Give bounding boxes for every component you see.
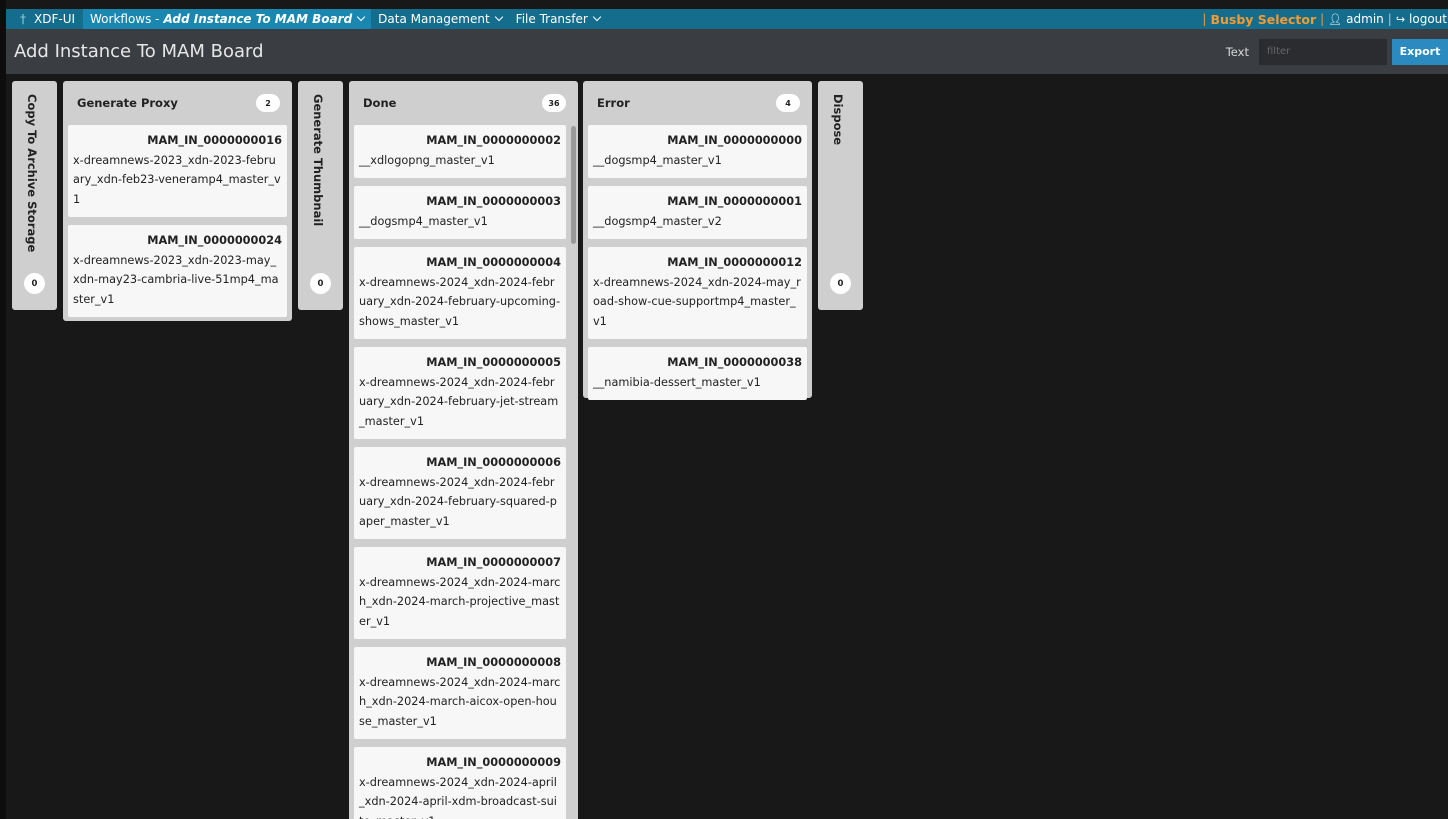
data-management-label: Data Management	[378, 12, 490, 26]
top-navbar: † XDF-UI Workflows - Add Instance To MAM…	[6, 9, 1448, 29]
card[interactable]: MAM_IN_0000000000 __dogsmp4_master_v1	[588, 125, 807, 178]
logout-icon: ↪	[1395, 12, 1406, 26]
card[interactable]: MAM_IN_0000000002 __xdlogopng_master_v1	[354, 125, 566, 178]
card-id: MAM_IN_0000000009	[426, 756, 561, 769]
card[interactable]: MAM_IN_0000000004 x-dreamnews-2024_xdn-2…	[354, 247, 566, 339]
card-id: MAM_IN_0000000016	[147, 134, 282, 147]
card[interactable]: MAM_IN_0000000008 x-dreamnews-2024_xdn-2…	[354, 647, 566, 739]
card-id: MAM_IN_0000000038	[667, 356, 802, 369]
card-name: __namibia-dessert_master_v1	[593, 375, 761, 389]
data-management-menu[interactable]: Data Management	[371, 9, 509, 29]
card-name: x-dreamnews-2023_xdn-2023-may_xdn-may23-…	[73, 253, 279, 306]
card-id: MAM_IN_0000000004	[426, 256, 561, 269]
filter-label: Text	[1225, 44, 1249, 59]
card[interactable]: MAM_IN_0000000006 x-dreamnews-2024_xdn-2…	[354, 447, 566, 539]
card-name: __dogsmp4_master_v1	[359, 214, 488, 228]
card-name: __xdlogopng_master_v1	[359, 153, 495, 167]
page-header: Add Instance To MAM Board Text Export	[6, 29, 1448, 74]
column-count-badge: 0	[24, 273, 45, 294]
column-copy-to-archive[interactable]: Copy To Archive Storage 0	[12, 81, 57, 310]
chevron-down-icon	[592, 12, 602, 22]
column-generate-proxy: Generate Proxy 2 MAM_IN_0000000016 x-dre…	[63, 81, 292, 321]
column-title: Generate Thumbnail	[311, 94, 325, 227]
card-list: MAM_IN_0000000002 __xdlogopng_master_v1 …	[354, 125, 566, 819]
card[interactable]: MAM_IN_0000000007 x-dreamnews-2024_xdn-2…	[354, 547, 566, 639]
card-id: MAM_IN_0000000005	[426, 356, 561, 369]
filter-input[interactable]	[1259, 38, 1387, 65]
card-id: MAM_IN_0000000002	[426, 134, 561, 147]
divider: |	[1202, 12, 1207, 26]
pin-icon: †	[20, 12, 26, 26]
column-count-badge: 36	[542, 94, 566, 112]
card[interactable]: MAM_IN_0000000016 x-dreamnews-2023_xdn-2…	[68, 125, 287, 217]
card-id: MAM_IN_0000000000	[667, 134, 802, 147]
column-header[interactable]: Generate Proxy 2	[63, 81, 292, 125]
card[interactable]: MAM_IN_0000000024 x-dreamnews-2023_xdn-2…	[68, 225, 287, 317]
card-name: x-dreamnews-2024_xdn-2024-february_xdn-2…	[359, 375, 559, 428]
nav-right: | Busby Selector | 👤︎ admin | ↪ logout	[1198, 9, 1448, 29]
column-title: Generate Proxy	[77, 96, 178, 110]
card-name: __dogsmp4_master_v2	[593, 214, 722, 228]
column-header[interactable]: Error 4	[583, 81, 812, 125]
card-name: x-dreamnews-2024_xdn-2024-march_xdn-2024…	[359, 575, 561, 628]
card-name: x-dreamnews-2024_xdn-2024-march_xdn-2024…	[359, 675, 561, 728]
card[interactable]: MAM_IN_0000000001 __dogsmp4_master_v2	[588, 186, 807, 239]
card-name: x-dreamnews-2023_xdn-2023-february_xdn-f…	[73, 153, 281, 206]
card[interactable]: MAM_IN_0000000003 __dogsmp4_master_v1	[354, 186, 566, 239]
card-name: __dogsmp4_master_v1	[593, 153, 722, 167]
column-count-badge: 4	[776, 94, 800, 112]
file-transfer-label: File Transfer	[515, 12, 588, 26]
window-edge	[0, 0, 6, 819]
card-id: MAM_IN_0000000008	[426, 656, 561, 669]
column-title: Error	[597, 96, 630, 110]
selector-link[interactable]: Busby Selector	[1210, 12, 1316, 27]
card-id: MAM_IN_0000000006	[426, 456, 561, 469]
column-title: Done	[363, 96, 397, 110]
column-dispose[interactable]: Dispose 0	[818, 81, 863, 310]
card-list: MAM_IN_0000000016 x-dreamnews-2023_xdn-2…	[68, 125, 287, 325]
brand-link[interactable]: † XDF-UI	[6, 9, 83, 29]
column-error: Error 4 MAM_IN_0000000000 __dogsmp4_mast…	[583, 81, 812, 400]
column-done: Done 36 MAM_IN_0000000002 __xdlogopng_ma…	[349, 81, 578, 819]
column-generate-thumbnail[interactable]: Generate Thumbnail 0	[298, 81, 343, 310]
card-id: MAM_IN_0000000007	[426, 556, 561, 569]
user-icon: 👤︎	[1328, 12, 1343, 26]
chevron-down-icon	[494, 12, 503, 22]
card-id: MAM_IN_0000000001	[667, 195, 802, 208]
card[interactable]: MAM_IN_0000000038 __namibia-dessert_mast…	[588, 347, 807, 400]
card[interactable]: MAM_IN_0000000005 x-dreamnews-2024_xdn-2…	[354, 347, 566, 439]
export-button[interactable]: Export	[1392, 38, 1448, 65]
workflows-menu[interactable]: Workflows - Add Instance To MAM Board	[83, 9, 372, 29]
card[interactable]: MAM_IN_0000000012 x-dreamnews-2024_xdn-2…	[588, 247, 807, 339]
card-name: x-dreamnews-2024_xdn-2024-may_road-show-…	[593, 275, 801, 328]
workflows-prefix: Workflows -	[90, 12, 160, 26]
column-count-badge: 0	[310, 273, 331, 294]
user-link[interactable]: admin	[1346, 12, 1384, 26]
card-name: x-dreamnews-2024_xdn-2024-april_xdn-2024…	[359, 775, 557, 819]
column-count-badge: 2	[256, 94, 280, 112]
brand-label: XDF-UI	[34, 12, 76, 26]
chevron-down-icon	[356, 12, 366, 22]
card[interactable]: MAM_IN_0000000009 x-dreamnews-2024_xdn-2…	[354, 747, 566, 819]
app-window: † XDF-UI Workflows - Add Instance To MAM…	[0, 0, 1448, 819]
card-id: MAM_IN_0000000012	[667, 256, 802, 269]
column-count-badge: 0	[830, 273, 851, 294]
file-transfer-menu[interactable]: File Transfer	[509, 9, 607, 29]
logout-link[interactable]: logout	[1409, 12, 1447, 26]
column-title: Copy To Archive Storage	[25, 94, 39, 253]
page-title: Add Instance To MAM Board	[14, 41, 264, 62]
card-list: MAM_IN_0000000000 __dogsmp4_master_v1 MA…	[588, 125, 807, 408]
card-id: MAM_IN_0000000024	[147, 234, 282, 247]
scrollbar[interactable]	[571, 126, 576, 244]
divider: |	[1387, 12, 1392, 26]
workflows-current: Add Instance To MAM Board	[163, 12, 353, 26]
card-name: x-dreamnews-2024_xdn-2024-february_xdn-2…	[359, 275, 561, 328]
divider: |	[1320, 12, 1325, 26]
column-title: Dispose	[831, 94, 845, 146]
column-header[interactable]: Done 36	[349, 81, 578, 125]
card-id: MAM_IN_0000000003	[426, 195, 561, 208]
card-name: x-dreamnews-2024_xdn-2024-february_xdn-2…	[359, 475, 557, 528]
